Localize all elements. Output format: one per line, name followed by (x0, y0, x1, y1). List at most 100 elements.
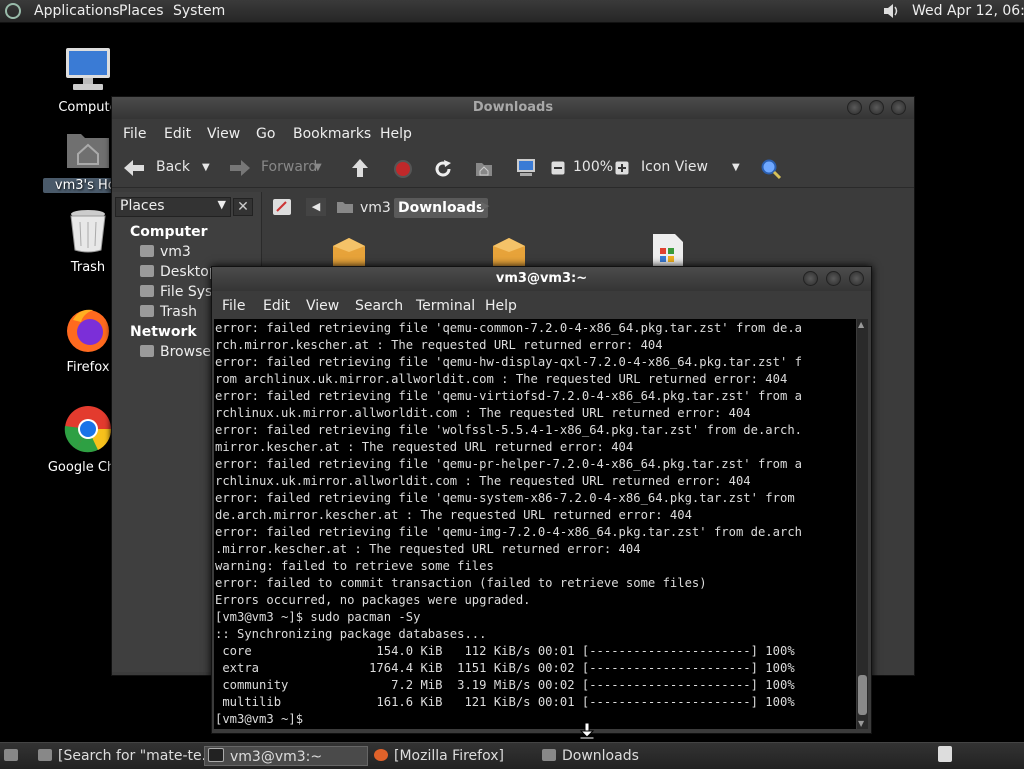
forward-history-dropdown[interactable]: ▼ (314, 162, 322, 173)
view-mode-select[interactable]: Icon View (641, 159, 708, 175)
edit-location-icon[interactable] (272, 198, 292, 216)
maximize-button[interactable] (869, 100, 884, 115)
home-icon (337, 202, 353, 213)
mouse-cursor-icon (579, 722, 595, 740)
menu-edit[interactable]: Edit (164, 126, 191, 142)
reload-icon[interactable] (433, 159, 453, 179)
menu-bookmarks[interactable]: Bookmarks (293, 126, 371, 142)
system-menu[interactable]: System (173, 3, 225, 19)
sidebar-item-trash[interactable]: Trash (140, 304, 197, 320)
computer-icon[interactable] (515, 158, 537, 178)
sidebar-type-select[interactable]: Places ▼ (115, 197, 231, 217)
scrollbar-thumb[interactable] (858, 675, 867, 715)
menu-search[interactable]: Search (355, 298, 403, 314)
terminal-line: :: Synchronizing package databases... (215, 627, 487, 641)
sidebar-item-label: File Sys (160, 284, 213, 300)
forward-arrow-icon (230, 160, 250, 176)
package-file-icon[interactable] (331, 234, 367, 266)
menu-go[interactable]: Go (256, 126, 275, 142)
places-menu[interactable]: Places (119, 3, 164, 19)
minimize-button[interactable] (847, 100, 862, 115)
computer-icon (66, 48, 110, 90)
sidebar-item-label: Browse (160, 344, 211, 360)
zoom-in-icon[interactable] (615, 161, 629, 175)
file-manager-menubar: File Edit View Go Bookmarks Help (112, 119, 914, 147)
breadcrumb-vm3[interactable]: vm3 (360, 198, 391, 218)
menu-edit[interactable]: Edit (263, 298, 290, 314)
terminal-line: community 7.2 MiB 3.19 MiB/s 00:02 [----… (215, 678, 795, 692)
maximize-button[interactable] (826, 271, 841, 286)
bottom-panel: [Search for "mate-te... vm3@vm3:~ [Mozil… (0, 742, 1024, 769)
network-icon (140, 345, 154, 357)
zoom-out-icon[interactable] (551, 161, 565, 175)
terminal-line: error: failed retrieving file 'qemu-virt… (215, 389, 802, 403)
terminal-text: error: failed retrieving file 'qemu-comm… (215, 320, 802, 728)
terminal-line: error: failed retrieving file 'wolfssl-5… (215, 423, 802, 437)
terminal-output[interactable]: error: failed retrieving file 'qemu-comm… (214, 319, 856, 729)
view-mode-dropdown-icon[interactable]: ▼ (732, 162, 740, 173)
breadcrumb-left-arrow-icon[interactable]: ◀ (306, 198, 326, 216)
menu-help[interactable]: Help (485, 298, 517, 314)
sidebar-item-filesystem[interactable]: File Sys (140, 284, 212, 300)
terminal-scrollbar[interactable]: ▲ ▼ (857, 319, 868, 729)
menu-view[interactable]: View (306, 298, 339, 314)
close-button[interactable] (891, 100, 906, 115)
home-folder-icon (67, 134, 109, 168)
taskbar-item-terminal[interactable]: vm3@vm3:~ (204, 746, 368, 766)
terminal-line: rchlinux.uk.mirror.allworldit.com : The … (215, 474, 751, 488)
close-button[interactable] (849, 271, 864, 286)
show-desktop-button[interactable] (4, 746, 22, 766)
volume-icon[interactable] (882, 3, 900, 19)
menu-file[interactable]: File (123, 126, 146, 142)
file-manager-titlebar[interactable]: Downloads (112, 97, 914, 119)
breadcrumb-downloads[interactable]: Downloads (394, 198, 489, 218)
sidebar-item-desktop[interactable]: Desktop (140, 264, 218, 280)
document-file-icon[interactable] (651, 232, 685, 266)
search-window-icon (38, 749, 52, 761)
terminal-line: rchlinux.uk.mirror.allworldit.com : The … (215, 406, 751, 420)
forward-button[interactable]: Forward (261, 159, 317, 175)
menu-view[interactable]: View (207, 126, 240, 142)
applications-menu[interactable]: Applications (34, 3, 120, 19)
package-file-icon[interactable] (491, 234, 527, 266)
workspace-switcher[interactable] (938, 746, 954, 766)
menu-help[interactable]: Help (380, 126, 412, 142)
home-icon[interactable] (474, 159, 494, 177)
back-button[interactable]: Back (156, 159, 190, 175)
clock[interactable]: Wed Apr 12, 06:59 (912, 3, 1024, 19)
back-arrow-icon[interactable] (123, 159, 145, 177)
folder-icon (542, 749, 556, 761)
terminal-line: .mirror.kescher.at : The requested URL r… (215, 542, 641, 556)
menu-terminal[interactable]: Terminal (416, 298, 475, 314)
window-title: Downloads (472, 100, 554, 115)
terminal-line: de.arch.mirror.kescher.at : The requeste… (215, 508, 692, 522)
scroll-up-icon[interactable]: ▲ (858, 320, 864, 329)
taskbar-item-downloads[interactable]: Downloads (542, 746, 639, 766)
close-sidebar-icon[interactable]: ✕ (233, 198, 253, 216)
terminal-line: [vm3@vm3 ~]$ sudo pacman -Sy (215, 610, 421, 624)
sidebar-item-label: Trash (160, 304, 197, 320)
zoom-level: 100% (573, 159, 614, 175)
terminal-menubar: File Edit View Search Terminal Help (212, 291, 871, 319)
stop-icon[interactable] (393, 159, 413, 179)
scroll-down-icon[interactable]: ▼ (858, 719, 864, 728)
up-arrow-icon[interactable] (350, 158, 370, 178)
sidebar-header-network: Network (130, 324, 197, 340)
taskbar-item-firefox[interactable]: [Mozilla Firefox] (374, 746, 504, 766)
taskbar-item-search[interactable]: [Search for "mate-te... (38, 746, 215, 766)
breadcrumb-right-arrow-icon[interactable]: ▶ (481, 199, 489, 212)
taskbar-item-label: [Mozilla Firefox] (394, 748, 504, 764)
sidebar-item-browse[interactable]: Browse (140, 344, 211, 360)
terminal-line: Errors occurred, no packages were upgrad… (215, 593, 531, 607)
minimize-button[interactable] (803, 271, 818, 286)
terminal-titlebar[interactable]: vm3@vm3:~ (212, 267, 871, 291)
workspace-icon (938, 746, 952, 762)
menu-file[interactable]: File (222, 298, 245, 314)
search-icon[interactable] (760, 158, 782, 180)
terminal-line: rch.mirror.kescher.at : The requested UR… (215, 338, 663, 352)
drive-icon (140, 285, 154, 297)
back-history-dropdown[interactable]: ▼ (202, 162, 210, 173)
distro-logo-icon[interactable] (5, 3, 21, 19)
top-panel: Applications Places System Wed Apr 12, 0… (0, 0, 1024, 23)
sidebar-item-vm3[interactable]: vm3 (140, 244, 191, 260)
